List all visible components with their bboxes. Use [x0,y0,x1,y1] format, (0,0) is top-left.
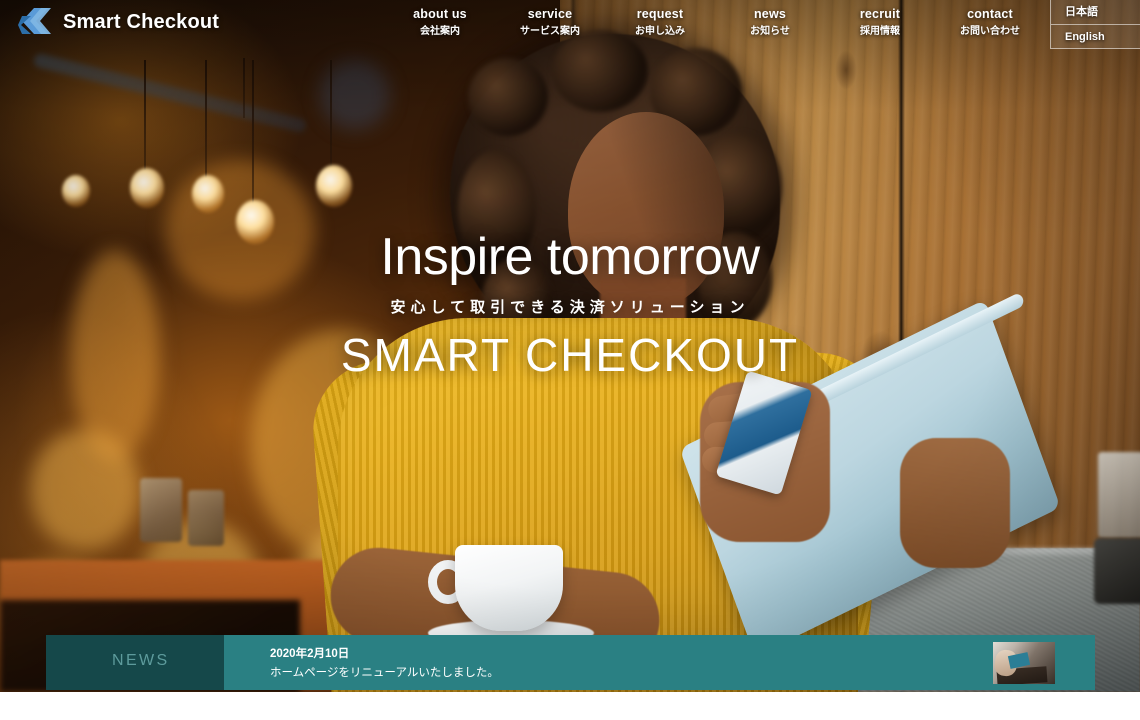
news-item[interactable]: 2020年2月10日 ホームページをリニューアルいたしました。 [224,635,1095,690]
pendant-cord [243,58,245,118]
pendant-cord [144,60,146,170]
language-option-english[interactable]: English [1051,24,1140,48]
page-root: Smart Checkout about us 会社案内 service サービ… [0,0,1140,720]
nav-label-ja: 採用情報 [860,26,900,37]
main-navigation: about us 会社案内 service サービス案内 request お申し… [385,0,1045,38]
nav-item-request[interactable]: request お申し込み [605,0,715,38]
nav-label-en: service [527,7,573,21]
nav-label-ja: サービス案内 [520,26,580,37]
logo[interactable]: Smart Checkout [18,6,219,38]
nav-label-ja: お問い合わせ [960,26,1020,37]
nav-label-ja: お知らせ [750,26,790,37]
hero-copy: Inspire tomorrow 安心して取引できる決済ソリューション SMAR… [0,228,1140,381]
condiment-jar [188,490,224,546]
pendant-cord [252,60,254,210]
site-header: Smart Checkout about us 会社案内 service サービ… [0,0,1140,49]
news-bar: NEWS 2020年2月10日 ホームページをリニューアルいたしました。 [46,635,1095,690]
news-headline: ホームページをリニューアルいたしました。 [270,667,499,679]
nav-item-recruit[interactable]: recruit 採用情報 [825,0,935,38]
news-label-text: NEWS [112,652,170,669]
coffee-cup [455,545,563,631]
hero-brand-name: SMART CHECKOUT [340,329,800,381]
condiment-jar [1094,538,1140,604]
news-thumbnail[interactable] [993,642,1055,684]
nav-label-en: request [636,7,684,21]
logo-text: Smart Checkout [63,10,220,33]
pendant-bulb [192,175,224,213]
news-date: 2020年2月10日 [270,648,350,660]
nav-item-news[interactable]: news お知らせ [715,0,825,38]
condiment-jar [140,478,182,542]
nav-label-en: about us [413,7,467,21]
nav-item-service[interactable]: service サービス案内 [495,0,605,38]
language-option-japanese[interactable]: 日本語 [1051,0,1140,24]
thumbnail-card [1007,652,1031,669]
chevron-logo-icon [18,8,51,34]
pendant-cord [205,60,207,178]
news-label-panel: NEWS [46,635,224,690]
pendant-bulb [130,168,164,208]
nav-item-about-us[interactable]: about us 会社案内 [385,0,495,38]
nav-label-en: news [753,7,787,21]
left-hand-holding-tablet [900,438,1010,568]
pendant-bulb [62,175,90,207]
nav-item-contact[interactable]: contact お問い合わせ [935,0,1045,38]
hero-subtitle: 安心して取引できる決済ソリューション [390,299,750,316]
nav-label-ja: 会社案内 [420,26,460,37]
nav-label-en: recruit [859,7,901,21]
nav-label-ja: お申し込み [635,26,685,37]
nav-label-en: contact [967,7,1013,21]
language-switcher: 日本語 English [1050,0,1140,49]
condiment-jar [1098,452,1140,538]
hair-curl [468,58,548,136]
hero-title: Inspire tomorrow [380,228,760,286]
